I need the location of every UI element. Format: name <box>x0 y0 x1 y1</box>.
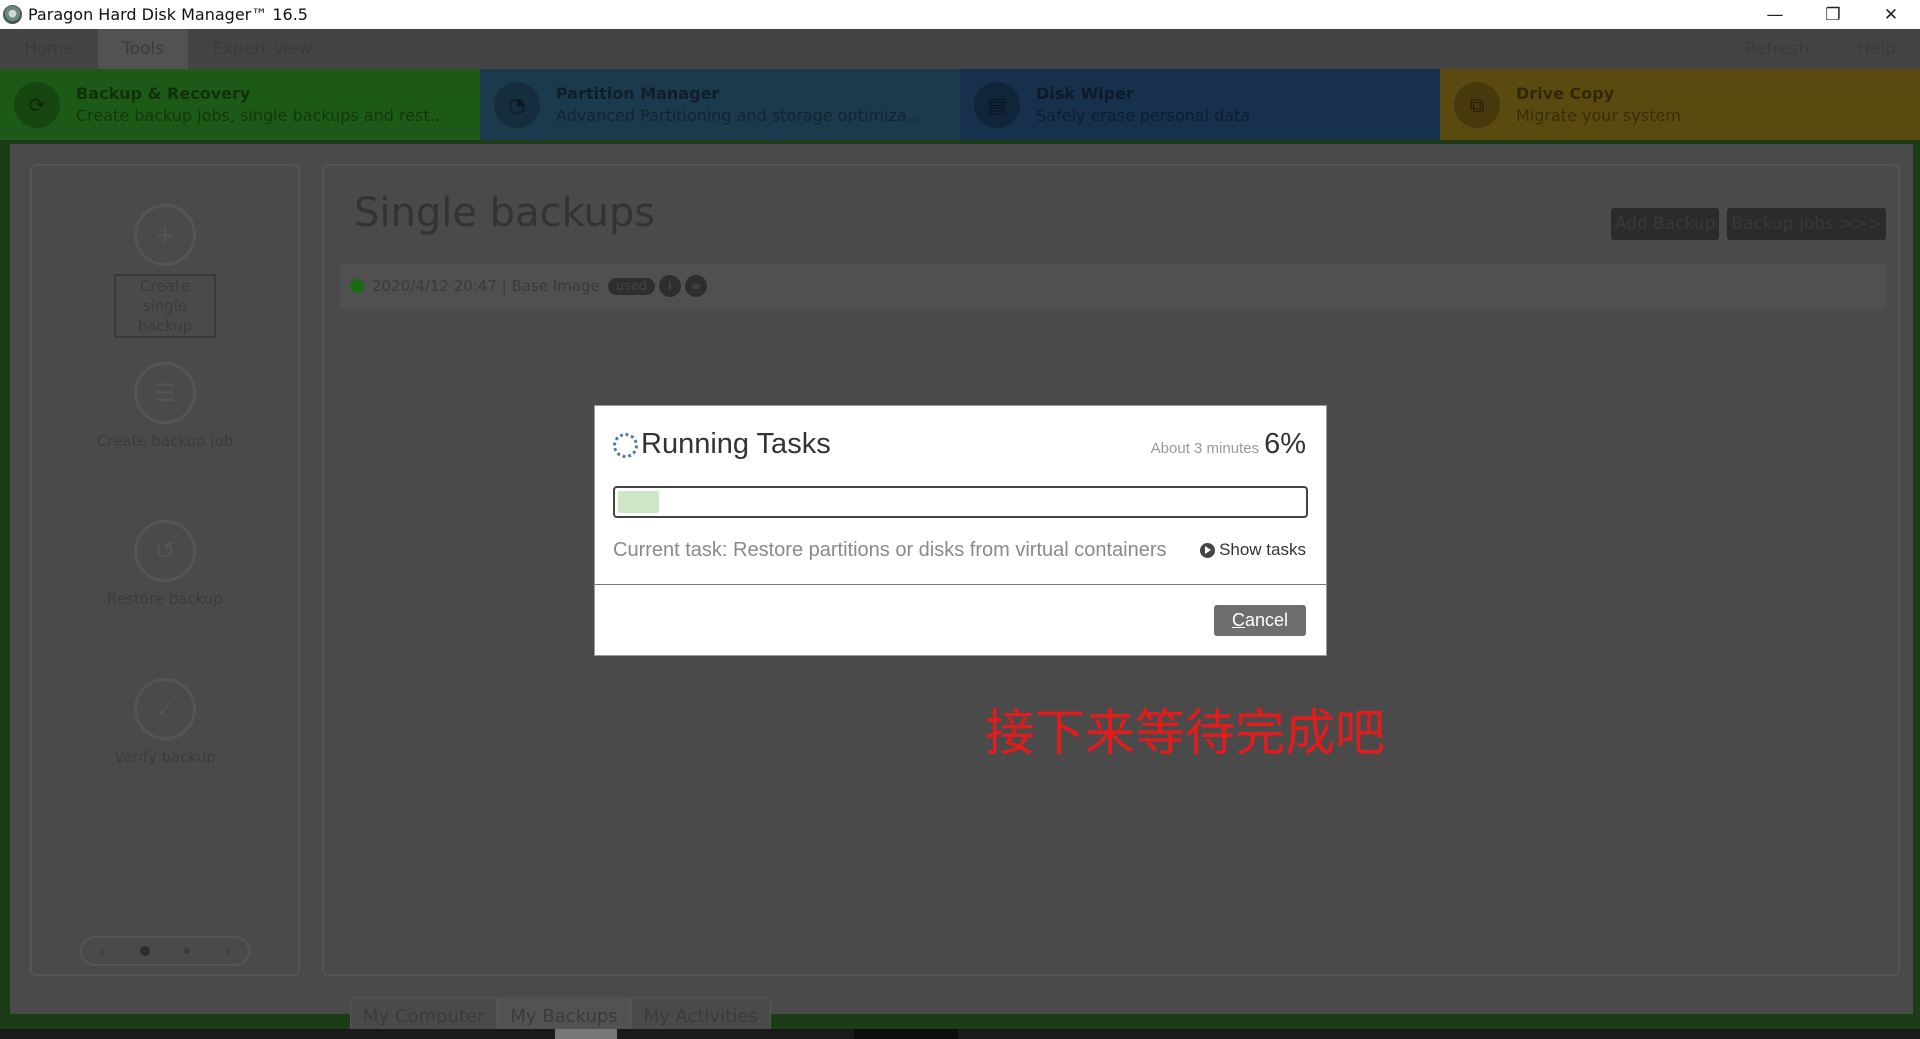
restore-button[interactable]: ❐ <box>1804 0 1862 29</box>
action-label: Create single backup <box>114 274 216 338</box>
page-title: Single backups <box>354 190 656 236</box>
top-buttons: Add Backup Backup jobs >>> <box>1610 208 1886 240</box>
info-icon[interactable]: i <box>659 275 682 297</box>
pager-prev-button[interactable]: ‹ <box>99 942 105 961</box>
dialog-title: Running Tasks <box>641 428 831 460</box>
backup-row[interactable]: 2020/4/12 20:47 | Base Image used i ∞ <box>340 264 1886 308</box>
add-backup-button[interactable]: Add Backup <box>1610 208 1720 240</box>
actions-panel: + Create single backup ☰ Create backup j… <box>30 164 300 976</box>
eta-text: About 3 minutes <box>1150 440 1260 457</box>
status-dot-icon <box>350 279 364 293</box>
dialog-divider <box>595 584 1326 585</box>
backup-job-icon: ☰ <box>134 362 196 424</box>
title-bar: Paragon Hard Disk Manager™ 16.5 — ❐ ✕ <box>0 0 1920 29</box>
action-create-single-backup[interactable]: + Create single backup <box>32 204 298 338</box>
create-backup-icon: + <box>134 204 196 266</box>
app-logo-icon <box>3 5 22 24</box>
taskbar <box>0 1029 1920 1039</box>
tile-partition-manager[interactable]: ◔ Partition Manager Advanced Partitionin… <box>480 69 960 140</box>
tile-title: Partition Manager <box>556 84 720 103</box>
close-button[interactable]: ✕ <box>1862 0 1920 29</box>
cancel-accesskey: C <box>1231 610 1245 630</box>
progress-bar <box>613 486 1308 518</box>
restore-icon: ↺ <box>134 520 196 582</box>
action-label: Restore backup <box>107 590 223 608</box>
progress-percent: 6% <box>1264 428 1306 460</box>
backup-icon: ⟳ <box>14 81 60 128</box>
pager-dot[interactable] <box>184 948 191 954</box>
wiper-icon: ▤ <box>974 81 1020 128</box>
backup-jobs-button[interactable]: Backup jobs >>> <box>1727 208 1886 240</box>
cancel-label: ancel <box>1244 610 1289 630</box>
verify-icon: ✓ <box>134 678 196 740</box>
action-create-backup-job[interactable]: ☰ Create backup job <box>32 362 298 450</box>
menu-bar: Home Tools Expert view Refresh Help <box>0 29 1920 69</box>
taskbar-item[interactable] <box>555 1029 617 1039</box>
tile-drive-copy[interactable]: ⧉ Drive Copy Migrate your system <box>1440 69 1920 140</box>
tile-title: Drive Copy <box>1516 84 1615 103</box>
window-title: Paragon Hard Disk Manager™ 16.5 <box>28 5 308 24</box>
menu-expert-view[interactable]: Expert view <box>188 29 336 69</box>
eta: About 3 minutes 6% <box>1151 428 1306 461</box>
action-label: Create backup job <box>96 432 234 450</box>
tile-backup-recovery[interactable]: ⟳ Backup & Recovery Create backup jobs, … <box>0 69 480 140</box>
spinner-icon <box>613 433 638 458</box>
action-verify-backup[interactable]: ✓ Verify backup <box>32 678 298 766</box>
tile-subtitle: Safely erase personal data <box>1036 106 1251 125</box>
menu-refresh[interactable]: Refresh <box>1721 29 1833 69</box>
annotation-text: 接下来等待完成吧 <box>985 704 1385 762</box>
window-controls: — ❐ ✕ <box>1746 0 1920 29</box>
minimize-button[interactable]: — <box>1746 0 1804 29</box>
tile-subtitle: Advanced Partitioning and storage optimi… <box>556 106 923 125</box>
action-restore-backup[interactable]: ↺ Restore backup <box>32 520 298 608</box>
current-task-text: Current task: Restore partitions or disk… <box>613 539 1167 561</box>
action-label: Verify backup <box>114 748 216 766</box>
running-tasks-dialog: Running Tasks About 3 minutes 6% Current… <box>594 405 1327 656</box>
pager-next-button[interactable]: › <box>224 942 230 961</box>
tile-title: Disk Wiper <box>1036 84 1134 103</box>
dialog-body: Running Tasks About 3 minutes 6% Current… <box>595 406 1326 584</box>
pager: ‹ › <box>80 936 250 966</box>
cancel-button[interactable]: Cancel <box>1214 605 1306 636</box>
backup-row-text: 2020/4/12 20:47 | Base Image <box>372 277 600 295</box>
tile-subtitle: Create backup jobs, single backups and r… <box>76 106 446 125</box>
tile-disk-wiper[interactable]: ▤ Disk Wiper Safely erase personal data <box>960 69 1440 140</box>
link-icon[interactable]: ∞ <box>685 275 708 297</box>
menu-tools[interactable]: Tools <box>98 29 189 69</box>
show-tasks-link[interactable]: Show tasks <box>1200 540 1306 560</box>
status-badge: used <box>607 277 656 295</box>
partition-icon: ◔ <box>494 81 540 128</box>
menu-home[interactable]: Home <box>0 29 98 69</box>
menu-help[interactable]: Help <box>1833 29 1920 69</box>
tile-title: Backup & Recovery <box>76 84 251 103</box>
pager-dot-active[interactable] <box>139 946 150 956</box>
tile-subtitle: Migrate your system <box>1516 106 1681 125</box>
play-icon <box>1200 542 1216 558</box>
show-tasks-label: Show tasks <box>1219 540 1306 559</box>
copy-icon: ⧉ <box>1454 81 1500 128</box>
taskbar-item[interactable] <box>854 1029 958 1039</box>
progress-fill <box>618 491 660 513</box>
feature-tiles: ⟳ Backup & Recovery Create backup jobs, … <box>0 69 1920 140</box>
